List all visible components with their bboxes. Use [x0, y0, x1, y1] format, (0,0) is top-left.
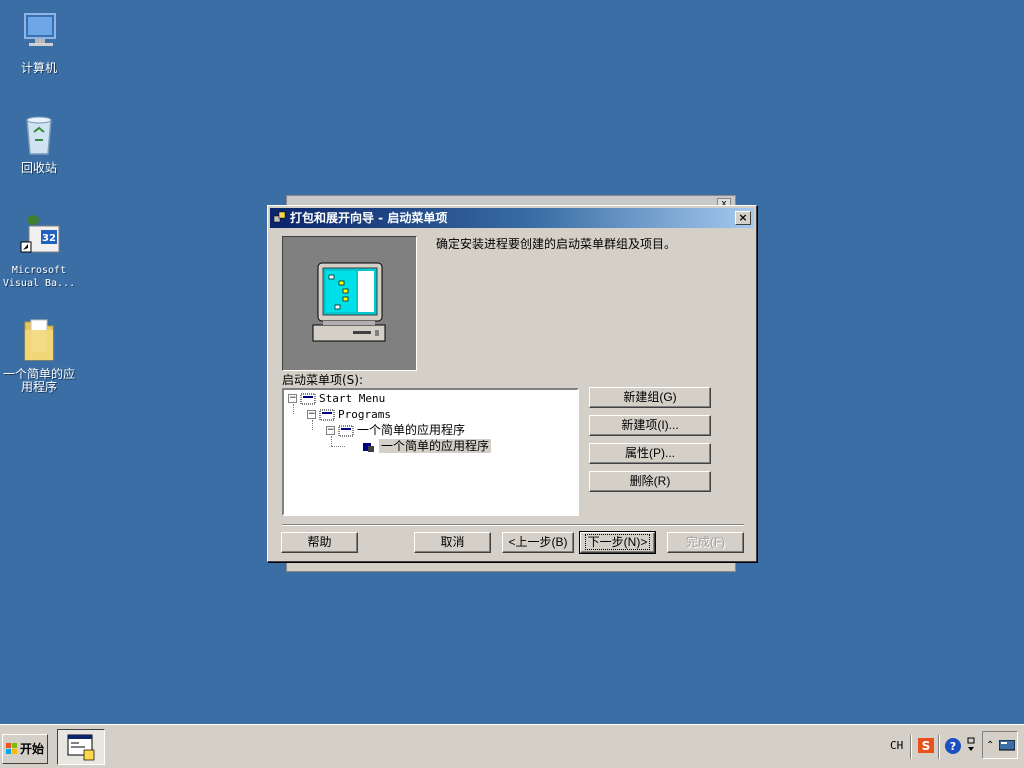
package-wizard-icon: [273, 211, 286, 223]
footer-separator: [282, 524, 744, 526]
program-group-icon: [319, 409, 335, 421]
new-item-button[interactable]: 新建项(I)...: [589, 415, 711, 436]
show-desktop-icon[interactable]: [999, 740, 1015, 752]
next-button-label: 下一步(N)>: [584, 534, 651, 550]
recycle-bin-icon: [15, 110, 63, 158]
tree-item-app-group[interactable]: − 一个简单的应用程序: [326, 422, 465, 438]
delete-button[interactable]: 删除(R): [589, 471, 711, 492]
sogou-ime-icon[interactable]: S: [918, 737, 934, 755]
tree-item-label: 一个简单的应用程序: [357, 423, 466, 437]
tree-item-app-shortcut[interactable]: 一个简单的应用程序: [360, 438, 492, 454]
collapse-icon[interactable]: −: [307, 410, 316, 419]
tree-item-programs[interactable]: − Programs: [307, 406, 391, 422]
visual-basic-icon: 32: [15, 212, 63, 260]
dialog-titlebar: 打包和展开向导 - 启动菜单项 ×: [270, 208, 754, 228]
desktop-icon-visual-basic[interactable]: 32 Microsoft Visual Ba...: [0, 212, 78, 290]
back-button[interactable]: <上一步(B): [502, 532, 574, 553]
finish-button: 完成(F): [667, 532, 744, 553]
system-tray: CH S ? ⌃: [882, 729, 1022, 765]
help-button[interactable]: 帮助: [281, 532, 358, 553]
next-button[interactable]: 下一步(N)>: [579, 531, 656, 554]
desktop-icon-label: Microsoft Visual Ba...: [2, 265, 76, 289]
tree-item-label: Start Menu: [319, 392, 386, 405]
help-icon[interactable]: ?: [944, 737, 962, 755]
close-button[interactable]: ×: [735, 211, 751, 225]
desktop-icon-folder[interactable]: 一个简单的应用程序: [0, 316, 78, 394]
cancel-button[interactable]: 取消: [414, 532, 491, 553]
desktop-icon-computer[interactable]: 计算机: [0, 10, 78, 75]
chevron-up-icon[interactable]: ⌃: [986, 737, 994, 755]
folder-icon: [15, 316, 63, 364]
properties-button[interactable]: 属性(P)...: [589, 443, 711, 464]
program-group-icon: [338, 425, 354, 437]
collapse-icon[interactable]: −: [288, 394, 297, 403]
intro-text: 确定安装进程要创建的启动菜单群组及项目。: [436, 237, 677, 251]
tray-expand-area[interactable]: ⌃: [982, 731, 1018, 759]
desktop-icon-recycle-bin[interactable]: 回收站: [0, 110, 78, 175]
computer-icon: [15, 10, 63, 58]
wizard-illustration: [282, 236, 417, 371]
wizard-dialog: 打包和展开向导 - 启动菜单项 × 确定安装进程要创建的启动菜单群组及项目。 启…: [267, 205, 757, 562]
start-button[interactable]: 开始: [2, 734, 48, 764]
svg-text:?: ?: [950, 740, 956, 753]
wizard-task-icon: [67, 734, 95, 761]
svg-text:32: 32: [42, 233, 56, 244]
taskbar-button-wizard[interactable]: [57, 729, 105, 765]
dialog-title: 打包和展开向导 - 启动菜单项: [290, 211, 448, 225]
program-group-icon: [300, 393, 316, 405]
tree-label: 启动菜单项(S):: [282, 373, 364, 387]
start-menu-tree[interactable]: − Start Menu − Programs − 一个简单的应用程序 一个简单…: [282, 388, 579, 516]
computer-illustration-icon: [312, 262, 386, 342]
taskbar: 开始 CH S ? ⌃: [0, 724, 1024, 768]
collapse-icon[interactable]: −: [326, 426, 335, 435]
windows-flag-icon: [6, 743, 17, 754]
tree-item-label: 一个简单的应用程序: [379, 439, 492, 453]
shortcut-icon: [360, 441, 376, 453]
desktop-icon-label: 回收站: [20, 161, 57, 175]
tree-item-start-menu[interactable]: − Start Menu: [288, 390, 385, 406]
language-indicator[interactable]: CH: [890, 737, 903, 755]
desktop-icon-label: 一个简单的应用程序: [2, 367, 75, 394]
desktop-icon-label: 计算机: [20, 61, 57, 75]
new-group-button[interactable]: 新建组(G): [589, 387, 711, 408]
network-icon[interactable]: [966, 737, 976, 755]
svg-text:S: S: [922, 739, 931, 753]
start-label: 开始: [20, 742, 45, 756]
tree-item-label: Programs: [338, 408, 391, 421]
